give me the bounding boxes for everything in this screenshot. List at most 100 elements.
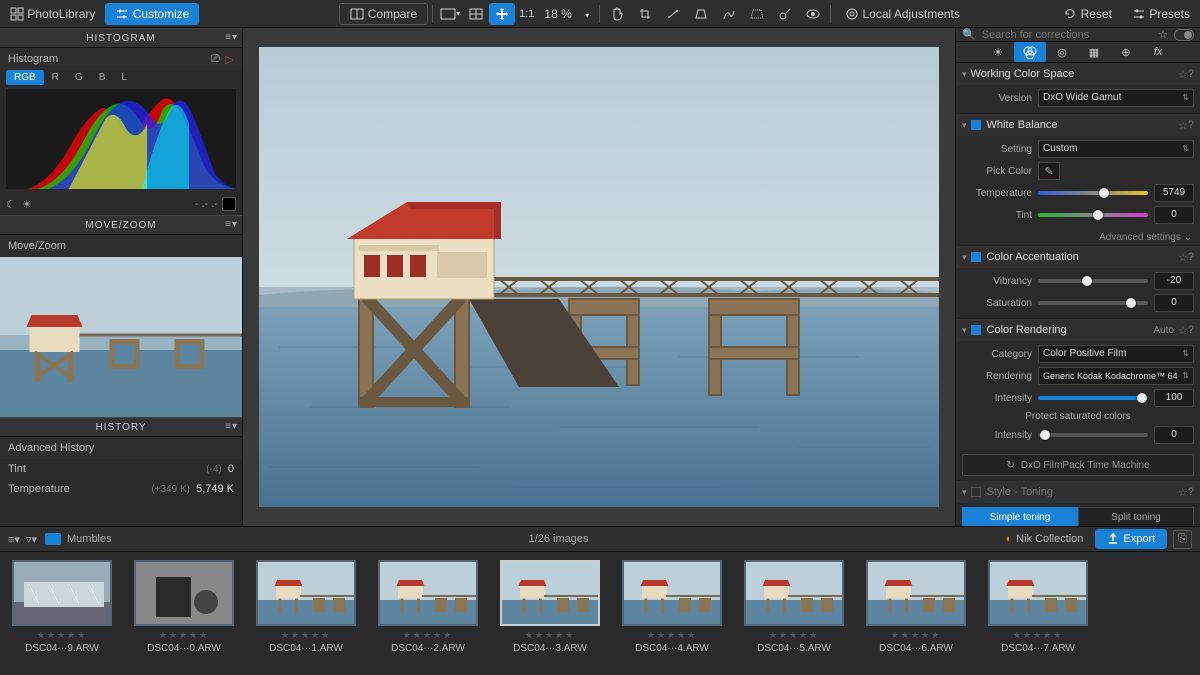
vibrancy-value[interactable]: -20 (1154, 272, 1194, 290)
redeye-tool-icon[interactable] (800, 3, 826, 25)
thumbnail[interactable]: ★★★★★DSC04···7.ARW (984, 560, 1092, 671)
rendering-select[interactable]: Generic Kodak Kodachrome™ 64⇅ (1038, 367, 1194, 385)
geometry-panel-icon[interactable]: ▦ (1078, 42, 1110, 62)
thumbnail-image (378, 560, 478, 626)
monitor-icon[interactable]: ⎚ (211, 53, 220, 66)
version-select[interactable]: DxO Wide Gamut⇅ (1038, 89, 1194, 107)
rating-stars[interactable]: ★★★★★ (403, 630, 453, 641)
thumbnail[interactable]: ★★★★★ DSC04···4.ARW (618, 560, 726, 671)
split-toning-tab[interactable]: Split toning (1078, 507, 1194, 526)
play-icon[interactable]: ▷ (226, 53, 234, 66)
style-toning-header[interactable]: ▾Style - Toning☆ ? (956, 481, 1200, 503)
rating-stars[interactable]: ★★★★★ (647, 630, 697, 641)
white-balance-header[interactable]: ▾White Balance☆ ? (956, 114, 1200, 136)
repair-tool-icon[interactable] (772, 3, 798, 25)
history-menu-icon[interactable]: ≡▾ (225, 421, 238, 432)
color-panel-icon[interactable] (1014, 42, 1046, 62)
customize-label: Customize (133, 7, 190, 21)
thumbnail[interactable]: ★★★★★DSC04···3.ARW (496, 560, 604, 671)
presets-button[interactable]: Presets (1122, 3, 1200, 25)
perspective-tool-icon[interactable] (688, 3, 714, 25)
reshape-tool-icon[interactable] (744, 3, 770, 25)
vibrancy-slider[interactable] (1038, 279, 1148, 283)
movezoom-thumbnail[interactable] (0, 257, 242, 417)
reset-button[interactable]: Reset (1053, 3, 1122, 25)
protect-intensity-value[interactable]: 0 (1154, 426, 1194, 444)
rating-stars[interactable]: ★★★★★ (37, 630, 87, 641)
main-photo-viewport[interactable] (259, 47, 939, 507)
thumbnail[interactable]: ★★★★★ DSC04···0.ARW (130, 560, 238, 671)
histogram-menu-icon[interactable]: ≡▾ (225, 32, 238, 43)
rating-stars[interactable]: ★★★★★ (281, 630, 331, 641)
export-more-icon[interactable]: ⎘ (1173, 530, 1192, 549)
rating-stars[interactable]: ★★★★★ (891, 630, 941, 641)
histogram-tab-b[interactable]: B (91, 70, 114, 85)
thumbnail[interactable]: ★★★★★DSC04···9.ARW (8, 560, 116, 671)
pin-icon[interactable]: ☆ (1178, 68, 1188, 81)
toggle-all-icon[interactable] (1174, 29, 1194, 41)
hand-tool-icon[interactable] (604, 3, 630, 25)
crop-tool-icon[interactable] (632, 3, 658, 25)
effects-panel-icon[interactable]: fx (1142, 42, 1174, 62)
wb-advanced-link[interactable]: Advanced settings ⌄ (956, 230, 1200, 245)
filmpack-button[interactable]: ↻ DxO FilmPack Time Machine (962, 454, 1194, 476)
highlight-clip-icon[interactable]: ☀ (22, 198, 32, 211)
control-points-icon[interactable] (716, 3, 742, 25)
thumbnail-name: DSC04···0.ARW (147, 643, 221, 654)
compare-button[interactable]: Compare (339, 3, 428, 25)
saturation-value-accent[interactable]: 0 (1154, 294, 1194, 312)
eyedropper-icon[interactable]: ✎ (1038, 162, 1060, 180)
shadow-clip-icon[interactable]: ☾ (6, 198, 16, 211)
grid-icon[interactable] (463, 3, 489, 25)
detail-panel-icon[interactable]: ◎ (1046, 42, 1078, 62)
filmstrip-menu-icon[interactable]: ≡▾ (8, 533, 20, 546)
tint-value[interactable]: 0 (1154, 206, 1194, 224)
local-adjustments-button[interactable]: Local Adjustments (835, 3, 970, 25)
temperature-slider[interactable] (1038, 191, 1148, 195)
thumbnail[interactable]: ★★★★★DSC04···5.ARW (740, 560, 848, 671)
working-color-space-header[interactable]: ▾Working Color Space☆ ? (956, 63, 1200, 85)
zoom-percent[interactable]: 18 % ▾ (538, 7, 595, 21)
histogram-tab-g[interactable]: G (67, 70, 91, 85)
history-row[interactable]: Temperature(+349 K) 5,749 K (0, 479, 242, 499)
render-intensity-slider[interactable] (1038, 396, 1148, 400)
temperature-value[interactable]: 5749 (1154, 184, 1194, 202)
histogram-tab-l[interactable]: L (113, 70, 135, 85)
tint-slider[interactable] (1038, 213, 1148, 217)
history-row[interactable]: Tint(-4) 0 (0, 459, 242, 479)
color-rendering-header[interactable]: ▾Color RenderingAuto☆ ? (956, 319, 1200, 341)
light-panel-icon[interactable]: ☀ (982, 42, 1014, 62)
saturation-slider-accent[interactable] (1038, 301, 1148, 305)
straighten-tool-icon[interactable] (660, 3, 686, 25)
color-accentuation-header[interactable]: ▾Color Accentuation☆ ? (956, 246, 1200, 268)
histogram-tab-rgb[interactable]: RGB (6, 70, 44, 85)
thumbnail[interactable]: ★★★★★DSC04···6.ARW (862, 560, 970, 671)
nik-collection-button[interactable]: ◐Nik Collection (1006, 533, 1084, 545)
zoom-1to1-button[interactable]: 1:1 (515, 3, 538, 25)
search-input[interactable] (982, 29, 1152, 41)
filter-icon[interactable]: ▿▾ (26, 533, 37, 546)
render-intensity-value[interactable]: 100 (1154, 389, 1194, 407)
folder-chip[interactable]: Mumbles (45, 533, 112, 545)
move-tool-icon[interactable] (489, 3, 515, 25)
thumbnail[interactable]: ★★★★★DSC04···1.ARW (252, 560, 360, 671)
movezoom-subheader: Move/Zoom (0, 235, 242, 257)
customize-button[interactable]: Customize (105, 3, 199, 25)
render-category-select[interactable]: Color Positive Film⇅ (1038, 345, 1194, 363)
export-button[interactable]: Export (1095, 529, 1167, 549)
thumbnail[interactable]: ★★★★★DSC04···2.ARW (374, 560, 482, 671)
rating-stars[interactable]: ★★★★★ (159, 630, 209, 641)
wb-setting-select[interactable]: Custom⇅ (1038, 140, 1194, 158)
movezoom-menu-icon[interactable]: ≡▾ (225, 219, 238, 230)
protect-intensity-slider[interactable] (1038, 433, 1148, 437)
histogram-tab-r[interactable]: R (44, 70, 67, 85)
favorite-star-icon[interactable]: ☆ (1158, 28, 1168, 41)
rating-stars[interactable]: ★★★★★ (1013, 630, 1063, 641)
photolibrary-button[interactable]: PhotoLibrary (0, 3, 105, 25)
rating-stars[interactable]: ★★★★★ (769, 630, 819, 641)
simple-toning-tab[interactable]: Simple toning (962, 507, 1078, 526)
local-panel-icon[interactable]: ⊕ (1110, 42, 1142, 62)
thumbnail-name: DSC04···4.ARW (635, 643, 709, 654)
rating-stars[interactable]: ★★★★★ (525, 630, 575, 641)
view-layout-icon[interactable]: ▾ (437, 3, 463, 25)
